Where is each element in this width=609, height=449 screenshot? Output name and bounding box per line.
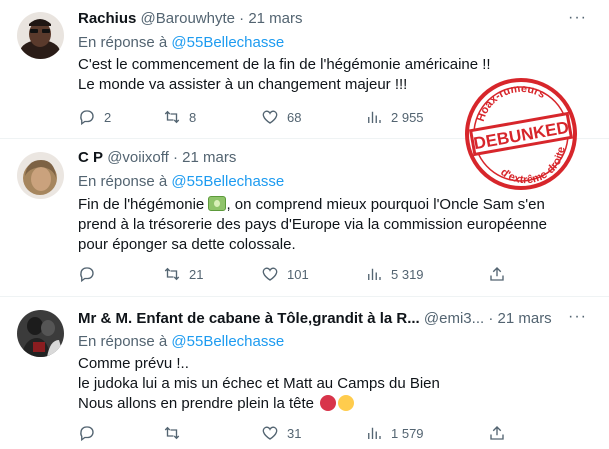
like-button[interactable]: 68 — [261, 108, 301, 126]
tweet-header: Rachius @Barouwhyte · 21 mars — [78, 10, 303, 27]
retweet-count: 8 — [189, 109, 197, 125]
tweet-text-line: C'est le commencement de la fin de l'hég… — [78, 56, 491, 73]
tweet-text-line: le judoka lui a mis un échec et Matt au … — [78, 375, 440, 392]
reply-icon — [80, 110, 94, 126]
like-button[interactable]: 101 — [261, 265, 309, 283]
reply-count: 2 — [104, 109, 112, 125]
angry-face-emoji — [320, 395, 337, 411]
reply-context: En réponse à @55Bellechasse — [78, 173, 284, 190]
money-emoji — [208, 196, 227, 211]
more-icon[interactable]: ··· — [568, 309, 587, 325]
reply-prefix: En réponse à — [78, 333, 168, 350]
reply-button[interactable]: 2 — [78, 108, 111, 126]
more-icon[interactable]: ··· — [568, 10, 587, 26]
share-button[interactable] — [488, 265, 506, 283]
retweet-button[interactable] — [163, 424, 189, 442]
author-name[interactable]: Rachius — [78, 10, 136, 27]
debunked-stamp: Hoax-rumeurs DEBUNKED d'extrême-droite — [462, 75, 580, 193]
tweet-text-line: pour éponger sa dette colossale. — [78, 236, 296, 253]
views-count: 1 579 — [391, 425, 424, 441]
reply-button[interactable] — [78, 265, 104, 283]
tweet-header: Mr & M. Enfant de cabane à Tôle,grandit … — [78, 310, 552, 327]
crying-face-emoji — [338, 395, 355, 411]
like-count: 68 — [287, 109, 302, 125]
reply-icon — [80, 267, 94, 283]
tweet-text: Comme prévu !.. le judoka lui a mis un é… — [78, 354, 588, 414]
like-icon — [262, 110, 278, 124]
views-button[interactable]: 5 319 — [365, 265, 424, 283]
reply-mention-link[interactable]: @55Bellechasse — [171, 333, 284, 350]
author-name[interactable]: Mr & M. Enfant de cabane à Tôle,grandit … — [78, 310, 420, 327]
views-icon — [368, 268, 381, 280]
reply-prefix: En réponse à — [78, 34, 168, 51]
reply-context: En réponse à @55Bellechasse — [78, 333, 284, 350]
author-handle[interactable]: @emi3... — [424, 310, 484, 327]
separator-dot: · — [239, 10, 245, 27]
reply-prefix: En réponse à — [78, 173, 168, 190]
avatar[interactable] — [17, 12, 64, 59]
tweet-header: C P @voiixoff · 21 mars — [78, 149, 236, 166]
tweet-date[interactable]: 21 mars — [248, 10, 302, 27]
separator-dot: · — [173, 149, 178, 166]
tweet-text-line: Nous allons en prendre plein la tête — [78, 394, 588, 414]
tweet-actions: 2 8 68 2 955 — [78, 108, 518, 128]
tweet-date[interactable]: 21 mars — [182, 149, 236, 166]
reply-context: En réponse à @55Bellechasse — [78, 34, 284, 51]
tweet-actions: 31 1 579 — [78, 424, 518, 444]
like-count: 31 — [287, 425, 302, 441]
like-button[interactable]: 31 — [261, 424, 301, 442]
share-icon — [490, 426, 504, 440]
retweet-button[interactable]: 21 — [163, 265, 203, 283]
author-handle[interactable]: @Barouwhyte — [141, 10, 235, 27]
retweet-icon — [164, 267, 180, 281]
tweet-text-line: Comme prévu !.. — [78, 355, 189, 372]
views-icon — [368, 427, 381, 439]
avatar[interactable] — [17, 152, 64, 199]
tweet-3[interactable]: Mr & M. Enfant de cabane à Tôle,grandit … — [0, 296, 609, 449]
views-button[interactable]: 2 955 — [365, 108, 424, 126]
like-count: 101 — [287, 266, 309, 282]
tweet-text-line: prend à la trésorerie des pays d'Europe … — [78, 216, 547, 233]
reply-mention-link[interactable]: @55Bellechasse — [171, 34, 284, 51]
retweet-count: 21 — [189, 266, 204, 282]
views-button[interactable]: 1 579 — [365, 424, 424, 442]
share-icon — [490, 267, 504, 281]
author-handle[interactable]: @voiixoff — [107, 149, 169, 166]
tweet-text-part: , on comprend mieux pourquoi l'Oncle Sam… — [226, 196, 545, 213]
tweet-text: Fin de l'hégémonie , on comprend mieux p… — [78, 195, 588, 255]
tweet-text-line: Fin de l'hégémonie , on comprend mieux p… — [78, 195, 588, 215]
views-count: 2 955 — [391, 109, 424, 125]
views-icon — [368, 111, 381, 123]
tweet-text-part: Fin de l'hégémonie — [78, 196, 205, 213]
retweet-icon — [164, 110, 180, 124]
reply-mention-link[interactable]: @55Bellechasse — [171, 173, 284, 190]
reply-icon — [80, 426, 94, 442]
reply-button[interactable] — [78, 424, 104, 442]
like-icon — [262, 267, 278, 281]
tweet-text-part: Nous allons en prendre plein la tête — [78, 395, 314, 412]
views-count: 5 319 — [391, 266, 424, 282]
author-name[interactable]: C P — [78, 149, 103, 166]
like-icon — [262, 426, 278, 440]
tweet-date[interactable]: 21 mars — [498, 310, 552, 327]
share-button[interactable] — [488, 424, 506, 442]
retweet-button[interactable]: 8 — [163, 108, 196, 126]
tweet-actions: 21 101 5 319 — [78, 265, 518, 285]
separator-dot: · — [488, 310, 494, 327]
avatar[interactable] — [17, 310, 64, 357]
retweet-icon — [164, 426, 180, 440]
